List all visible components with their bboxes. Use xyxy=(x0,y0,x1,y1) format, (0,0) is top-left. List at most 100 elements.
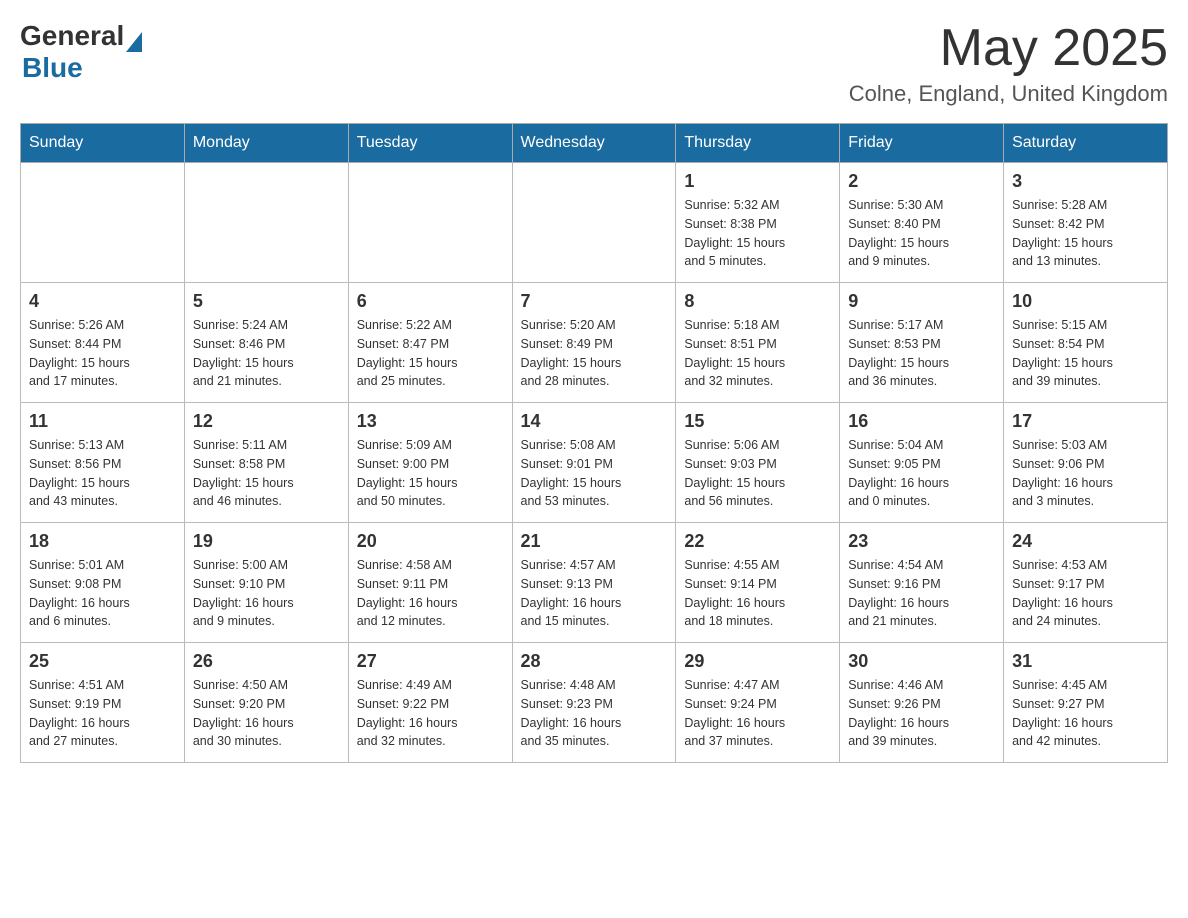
day-number: 28 xyxy=(521,651,668,672)
calendar-cell: 30Sunrise: 4:46 AM Sunset: 9:26 PM Dayli… xyxy=(840,643,1004,763)
day-info: Sunrise: 5:15 AM Sunset: 8:54 PM Dayligh… xyxy=(1012,316,1159,391)
calendar-cell: 26Sunrise: 4:50 AM Sunset: 9:20 PM Dayli… xyxy=(184,643,348,763)
calendar-cell: 11Sunrise: 5:13 AM Sunset: 8:56 PM Dayli… xyxy=(21,403,185,523)
day-info: Sunrise: 4:50 AM Sunset: 9:20 PM Dayligh… xyxy=(193,676,340,751)
calendar-cell: 4 Sunrise: 5:26 AM Sunset: 8:44 PM Daylig… xyxy=(21,283,185,403)
calendar-cell xyxy=(512,163,676,283)
day-info: Sunrise: 5:20 AM Sunset: 8:49 PM Dayligh… xyxy=(521,316,668,391)
day-info: Sunrise: 5:22 AM Sunset: 8:47 PM Dayligh… xyxy=(357,316,504,391)
day-number: 11 xyxy=(29,411,176,432)
day-number: 22 xyxy=(684,531,831,552)
day-number: 7 xyxy=(521,291,668,312)
day-info: Sunrise: 5:24 AM Sunset: 8:46 PM Dayligh… xyxy=(193,316,340,391)
calendar-cell: 17 Sunrise: 5:03 AM Sunset: 9:06 PM Dayli… xyxy=(1004,403,1168,523)
day-number: 2 xyxy=(848,171,995,192)
day-number: 9 xyxy=(848,291,995,312)
calendar-week-row: 25 Sunrise: 4:51 AM Sunset: 9:19 PM Dayli… xyxy=(21,643,1168,763)
day-number: 29 xyxy=(684,651,831,672)
day-info: Sunrise: 4:51 AM Sunset: 9:19 PM Dayligh… xyxy=(29,676,176,751)
day-info: Sunrise: 5:30 AM Sunset: 8:40 PM Dayligh… xyxy=(848,196,995,271)
calendar-cell: 1Sunrise: 5:32 AM Sunset: 8:38 PM Daylig… xyxy=(676,163,840,283)
day-info: Sunrise: 5:01 AM Sunset: 9:08 PM Dayligh… xyxy=(29,556,176,631)
calendar-cell: 15Sunrise: 5:06 AM Sunset: 9:03 PM Dayli… xyxy=(676,403,840,523)
day-number: 6 xyxy=(357,291,504,312)
day-number: 27 xyxy=(357,651,504,672)
day-number: 20 xyxy=(357,531,504,552)
calendar-cell: 16 Sunrise: 5:04 AM Sunset: 9:05 PM Dayli… xyxy=(840,403,1004,523)
calendar-cell: 23 Sunrise: 4:54 AM Sunset: 9:16 PM Dayli… xyxy=(840,523,1004,643)
day-info: Sunrise: 4:55 AM Sunset: 9:14 PM Dayligh… xyxy=(684,556,831,631)
day-info: Sunrise: 4:48 AM Sunset: 9:23 PM Dayligh… xyxy=(521,676,668,751)
calendar-week-row: 11Sunrise: 5:13 AM Sunset: 8:56 PM Dayli… xyxy=(21,403,1168,523)
day-number: 14 xyxy=(521,411,668,432)
logo-blue-text: Blue xyxy=(22,52,83,83)
calendar-cell: 19Sunrise: 5:00 AM Sunset: 9:10 PM Dayli… xyxy=(184,523,348,643)
calendar-cell xyxy=(21,163,185,283)
calendar-cell: 25 Sunrise: 4:51 AM Sunset: 9:19 PM Dayli… xyxy=(21,643,185,763)
day-of-week-header: Thursday xyxy=(676,124,840,163)
day-info: Sunrise: 5:09 AM Sunset: 9:00 PM Dayligh… xyxy=(357,436,504,511)
day-number: 1 xyxy=(684,171,831,192)
day-number: 4 xyxy=(29,291,176,312)
calendar-cell: 7 Sunrise: 5:20 AM Sunset: 8:49 PM Daylig… xyxy=(512,283,676,403)
day-info: Sunrise: 4:46 AM Sunset: 9:26 PM Dayligh… xyxy=(848,676,995,751)
calendar-week-row: 4 Sunrise: 5:26 AM Sunset: 8:44 PM Daylig… xyxy=(21,283,1168,403)
day-info: Sunrise: 5:17 AM Sunset: 8:53 PM Dayligh… xyxy=(848,316,995,391)
calendar-cell: 12Sunrise: 5:11 AM Sunset: 8:58 PM Dayli… xyxy=(184,403,348,523)
day-number: 25 xyxy=(29,651,176,672)
day-number: 8 xyxy=(684,291,831,312)
month-year-title: May 2025 xyxy=(849,20,1168,77)
calendar-cell: 20 Sunrise: 4:58 AM Sunset: 9:11 PM Dayli… xyxy=(348,523,512,643)
calendar-cell xyxy=(348,163,512,283)
calendar-cell: 2 Sunrise: 5:30 AM Sunset: 8:40 PM Daylig… xyxy=(840,163,1004,283)
day-info: Sunrise: 5:04 AM Sunset: 9:05 PM Dayligh… xyxy=(848,436,995,511)
day-info: Sunrise: 4:58 AM Sunset: 9:11 PM Dayligh… xyxy=(357,556,504,631)
calendar-cell: 31 Sunrise: 4:45 AM Sunset: 9:27 PM Dayli… xyxy=(1004,643,1168,763)
title-section: May 2025 Colne, England, United Kingdom xyxy=(849,20,1168,107)
calendar-header-row: SundayMondayTuesdayWednesdayThursdayFrid… xyxy=(21,124,1168,163)
day-of-week-header: Saturday xyxy=(1004,124,1168,163)
calendar-cell xyxy=(184,163,348,283)
day-of-week-header: Wednesday xyxy=(512,124,676,163)
day-number: 16 xyxy=(848,411,995,432)
day-number: 21 xyxy=(521,531,668,552)
day-of-week-header: Tuesday xyxy=(348,124,512,163)
calendar-cell: 24Sunrise: 4:53 AM Sunset: 9:17 PM Dayli… xyxy=(1004,523,1168,643)
calendar-cell: 5 Sunrise: 5:24 AM Sunset: 8:46 PM Daylig… xyxy=(184,283,348,403)
day-number: 15 xyxy=(684,411,831,432)
calendar-cell: 8 Sunrise: 5:18 AM Sunset: 8:51 PM Daylig… xyxy=(676,283,840,403)
day-of-week-header: Sunday xyxy=(21,124,185,163)
day-info: Sunrise: 4:47 AM Sunset: 9:24 PM Dayligh… xyxy=(684,676,831,751)
day-info: Sunrise: 5:03 AM Sunset: 9:06 PM Dayligh… xyxy=(1012,436,1159,511)
day-info: Sunrise: 5:08 AM Sunset: 9:01 PM Dayligh… xyxy=(521,436,668,511)
calendar-week-row: 18 Sunrise: 5:01 AM Sunset: 9:08 PM Dayli… xyxy=(21,523,1168,643)
day-info: Sunrise: 5:11 AM Sunset: 8:58 PM Dayligh… xyxy=(193,436,340,511)
day-number: 31 xyxy=(1012,651,1159,672)
day-number: 23 xyxy=(848,531,995,552)
day-info: Sunrise: 4:45 AM Sunset: 9:27 PM Dayligh… xyxy=(1012,676,1159,751)
location-label: Colne, England, United Kingdom xyxy=(849,81,1168,107)
day-of-week-header: Monday xyxy=(184,124,348,163)
calendar-cell: 18 Sunrise: 5:01 AM Sunset: 9:08 PM Dayli… xyxy=(21,523,185,643)
day-number: 10 xyxy=(1012,291,1159,312)
calendar-table: SundayMondayTuesdayWednesdayThursdayFrid… xyxy=(20,123,1168,763)
calendar-cell: 29 Sunrise: 4:47 AM Sunset: 9:24 PM Dayli… xyxy=(676,643,840,763)
logo-general-text: General xyxy=(20,20,124,52)
day-number: 3 xyxy=(1012,171,1159,192)
day-info: Sunrise: 4:54 AM Sunset: 9:16 PM Dayligh… xyxy=(848,556,995,631)
day-info: Sunrise: 4:57 AM Sunset: 9:13 PM Dayligh… xyxy=(521,556,668,631)
day-number: 18 xyxy=(29,531,176,552)
day-info: Sunrise: 5:18 AM Sunset: 8:51 PM Dayligh… xyxy=(684,316,831,391)
calendar-cell: 27 Sunrise: 4:49 AM Sunset: 9:22 PM Dayli… xyxy=(348,643,512,763)
day-info: Sunrise: 4:49 AM Sunset: 9:22 PM Dayligh… xyxy=(357,676,504,751)
day-number: 19 xyxy=(193,531,340,552)
day-info: Sunrise: 5:26 AM Sunset: 8:44 PM Dayligh… xyxy=(29,316,176,391)
calendar-week-row: 1Sunrise: 5:32 AM Sunset: 8:38 PM Daylig… xyxy=(21,163,1168,283)
calendar-cell: 9 Sunrise: 5:17 AM Sunset: 8:53 PM Daylig… xyxy=(840,283,1004,403)
calendar-cell: 21 Sunrise: 4:57 AM Sunset: 9:13 PM Dayli… xyxy=(512,523,676,643)
day-number: 5 xyxy=(193,291,340,312)
calendar-cell: 22 Sunrise: 4:55 AM Sunset: 9:14 PM Dayli… xyxy=(676,523,840,643)
day-number: 17 xyxy=(1012,411,1159,432)
day-info: Sunrise: 5:28 AM Sunset: 8:42 PM Dayligh… xyxy=(1012,196,1159,271)
calendar-cell: 3 Sunrise: 5:28 AM Sunset: 8:42 PM Daylig… xyxy=(1004,163,1168,283)
